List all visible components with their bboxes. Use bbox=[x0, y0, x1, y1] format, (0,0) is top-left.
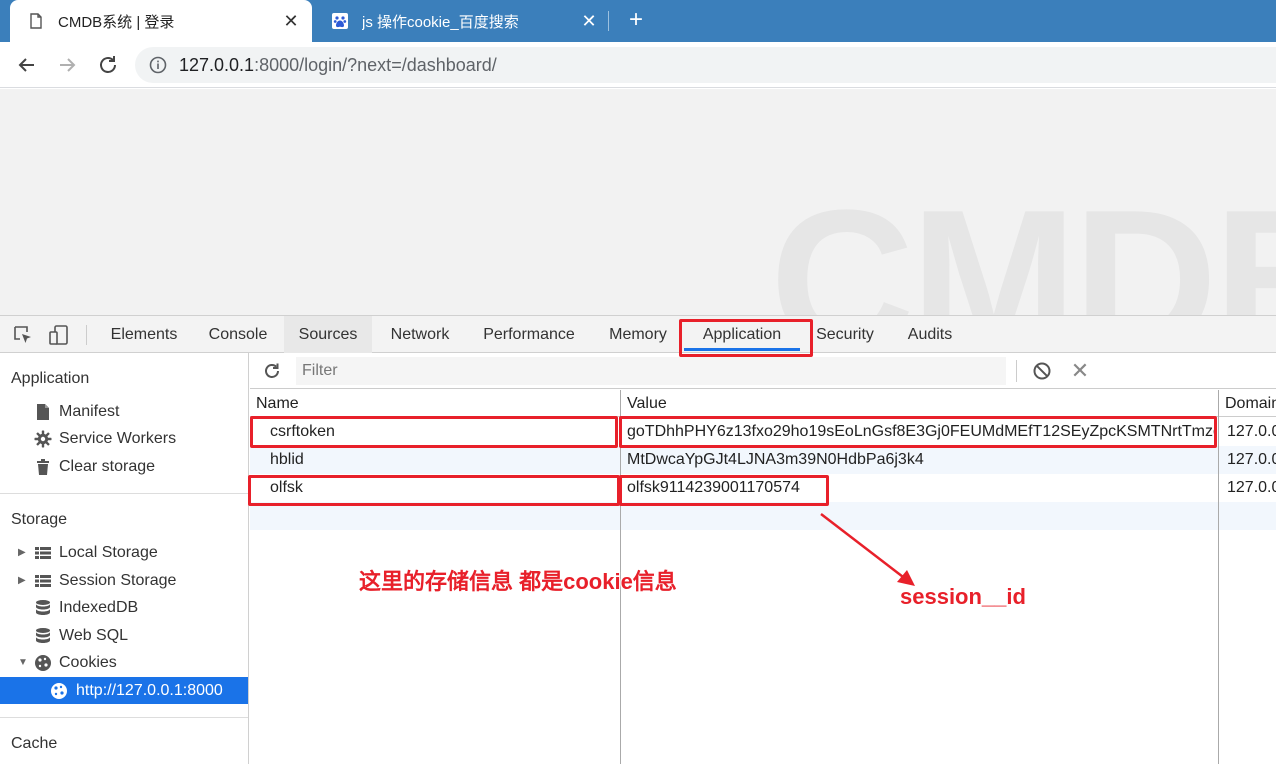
annotation-box-csrftoken-name bbox=[250, 416, 618, 448]
tab-baidu-search[interactable]: js 操作cookie_百度搜索 ✕ bbox=[314, 0, 610, 42]
toolbar-divider bbox=[1016, 360, 1017, 382]
tab-separator bbox=[608, 11, 609, 31]
sidebar-header-storage: Storage bbox=[11, 511, 68, 528]
sidebar-divider bbox=[0, 717, 248, 718]
collapse-arrow-icon[interactable]: ▼ bbox=[18, 657, 28, 668]
tab-network[interactable]: Network bbox=[376, 316, 464, 353]
sidebar-item-cookies[interactable]: ▼ Cookies bbox=[0, 649, 248, 676]
sidebar-item-label: Service Workers bbox=[59, 429, 177, 447]
annotation-storage-note: 这里的存储信息 都是cookie信息 bbox=[359, 569, 677, 594]
close-tab-icon[interactable]: ✕ bbox=[282, 12, 300, 30]
cookie-domain: 127.0.0.1 bbox=[1227, 479, 1276, 496]
url-host: 127.0.0.1 bbox=[179, 54, 255, 75]
sidebar-item-label: Manifest bbox=[59, 402, 120, 420]
cookies-toolbar: ✕ bbox=[250, 353, 1276, 389]
cookie-value: MtDwcaYpGJt4LJNA3m39N0HdbPa6j3k4 bbox=[627, 451, 924, 468]
annotation-box-olfsk-name bbox=[248, 475, 620, 506]
sidebar-item-label: Local Storage bbox=[59, 543, 158, 561]
info-icon[interactable] bbox=[149, 56, 167, 74]
annotation-box-olfsk-value bbox=[619, 475, 829, 506]
table-icon bbox=[35, 546, 51, 559]
table-row-empty bbox=[250, 502, 1276, 530]
cookie-domain: 127.0.0.1 bbox=[1227, 423, 1276, 440]
tab-title: js 操作cookie_百度搜索 bbox=[362, 13, 519, 31]
sidebar-header-cache: Cache bbox=[11, 735, 58, 752]
cookies-panel: ✕ Name Value Domain csrftoken goTDhhPHY6… bbox=[250, 353, 1276, 764]
devtools-tab-bar: Elements Console Sources Network Perform… bbox=[0, 315, 1276, 353]
table-header: Name Value Domain bbox=[250, 390, 1276, 417]
annotation-box-csrftoken-value bbox=[619, 416, 1217, 448]
column-header-value[interactable]: Value bbox=[621, 390, 1218, 417]
sidebar-item-manifest[interactable]: Manifest bbox=[0, 398, 248, 425]
reload-icon[interactable] bbox=[95, 52, 121, 78]
sidebar-item-label: Clear storage bbox=[59, 457, 156, 475]
page-icon bbox=[30, 13, 42, 29]
expand-arrow-icon[interactable]: ▶ bbox=[18, 547, 28, 558]
tab-console[interactable]: Console bbox=[196, 316, 280, 353]
file-icon bbox=[37, 403, 49, 420]
url-path: :8000/login/?next=/dashboard/ bbox=[254, 54, 497, 75]
sidebar-item-label: http://127.0.0.1:8000 bbox=[76, 681, 223, 699]
sidebar-item-label: Web SQL bbox=[59, 626, 129, 644]
cookie-name: hblid bbox=[270, 451, 304, 468]
tab-performance[interactable]: Performance bbox=[470, 316, 588, 353]
table-row[interactable]: hblid MtDwcaYpGJt4LJNA3m39N0HdbPa6j3k4 1… bbox=[250, 446, 1276, 474]
sidebar-item-label: Cookies bbox=[59, 653, 117, 671]
clear-all-icon[interactable] bbox=[1032, 361, 1052, 381]
annotation-box-application-tab bbox=[679, 319, 813, 357]
tab-sources[interactable]: Sources bbox=[284, 316, 372, 353]
cookie-icon bbox=[51, 682, 67, 699]
column-header-name[interactable]: Name bbox=[250, 390, 620, 417]
browser-tab-strip: CMDB系统 | 登录 ✕ js 操作cookie_百度搜索 ✕ + bbox=[0, 0, 1276, 42]
address-bar[interactable]: 127.0.0.1:8000/login/?next=/dashboard/ bbox=[135, 47, 1276, 83]
tab-security[interactable]: Security bbox=[804, 316, 886, 353]
new-tab-button[interactable]: + bbox=[624, 8, 648, 33]
sidebar-item-label: Session Storage bbox=[59, 571, 177, 589]
application-sidebar: Application Manifest Service Workers Cle… bbox=[0, 353, 249, 764]
browser-toolbar: 127.0.0.1:8000/login/?next=/dashboard/ bbox=[0, 42, 1276, 88]
column-divider bbox=[1218, 390, 1219, 764]
inspect-element-icon[interactable] bbox=[12, 324, 34, 346]
gear-icon bbox=[34, 430, 52, 447]
forward-arrow-icon[interactable] bbox=[54, 52, 80, 78]
sidebar-item-clear-storage[interactable]: Clear storage bbox=[0, 453, 248, 480]
cmdb-watermark: CMDB bbox=[770, 169, 1276, 316]
filter-input[interactable] bbox=[296, 357, 1006, 385]
sidebar-item-local-storage[interactable]: ▶ Local Storage bbox=[0, 539, 248, 566]
annotation-session-id: session__id bbox=[900, 584, 1026, 609]
tab-cmdb-login[interactable]: CMDB系统 | 登录 ✕ bbox=[10, 0, 312, 42]
tab-audits[interactable]: Audits bbox=[894, 316, 966, 353]
sidebar-item-label: IndexedDB bbox=[59, 598, 139, 616]
device-toolbar-icon[interactable] bbox=[48, 324, 70, 346]
tab-memory[interactable]: Memory bbox=[594, 316, 682, 353]
database-icon bbox=[36, 627, 50, 643]
annotation-arrow-icon bbox=[820, 513, 915, 586]
sidebar-item-session-storage[interactable]: ▶ Session Storage bbox=[0, 567, 248, 594]
delete-selected-icon[interactable]: ✕ bbox=[1070, 359, 1090, 383]
sidebar-item-web-sql[interactable]: Web SQL bbox=[0, 622, 248, 649]
refresh-icon[interactable] bbox=[262, 361, 282, 381]
close-tab-icon[interactable]: ✕ bbox=[580, 12, 598, 30]
sidebar-item-service-workers[interactable]: Service Workers bbox=[0, 425, 248, 452]
tab-title: CMDB系统 | 登录 bbox=[58, 13, 175, 31]
database-icon bbox=[36, 599, 50, 615]
expand-arrow-icon[interactable]: ▶ bbox=[18, 575, 28, 586]
toolbar-divider bbox=[86, 325, 87, 345]
sidebar-header-application: Application bbox=[11, 370, 90, 387]
back-arrow-icon[interactable] bbox=[14, 52, 40, 78]
sidebar-item-cookie-origin[interactable]: http://127.0.0.1:8000 bbox=[0, 677, 248, 704]
cookie-icon bbox=[35, 654, 51, 671]
sidebar-item-indexeddb[interactable]: IndexedDB bbox=[0, 594, 248, 621]
trash-icon bbox=[37, 458, 49, 475]
cookie-domain: 127.0.0.1 bbox=[1227, 451, 1276, 468]
tab-elements[interactable]: Elements bbox=[98, 316, 190, 353]
column-header-domain[interactable]: Domain bbox=[1219, 390, 1276, 417]
page-content: CMDB bbox=[0, 89, 1276, 315]
sidebar-divider bbox=[0, 493, 248, 494]
baidu-icon bbox=[332, 13, 348, 29]
table-icon bbox=[35, 574, 51, 587]
